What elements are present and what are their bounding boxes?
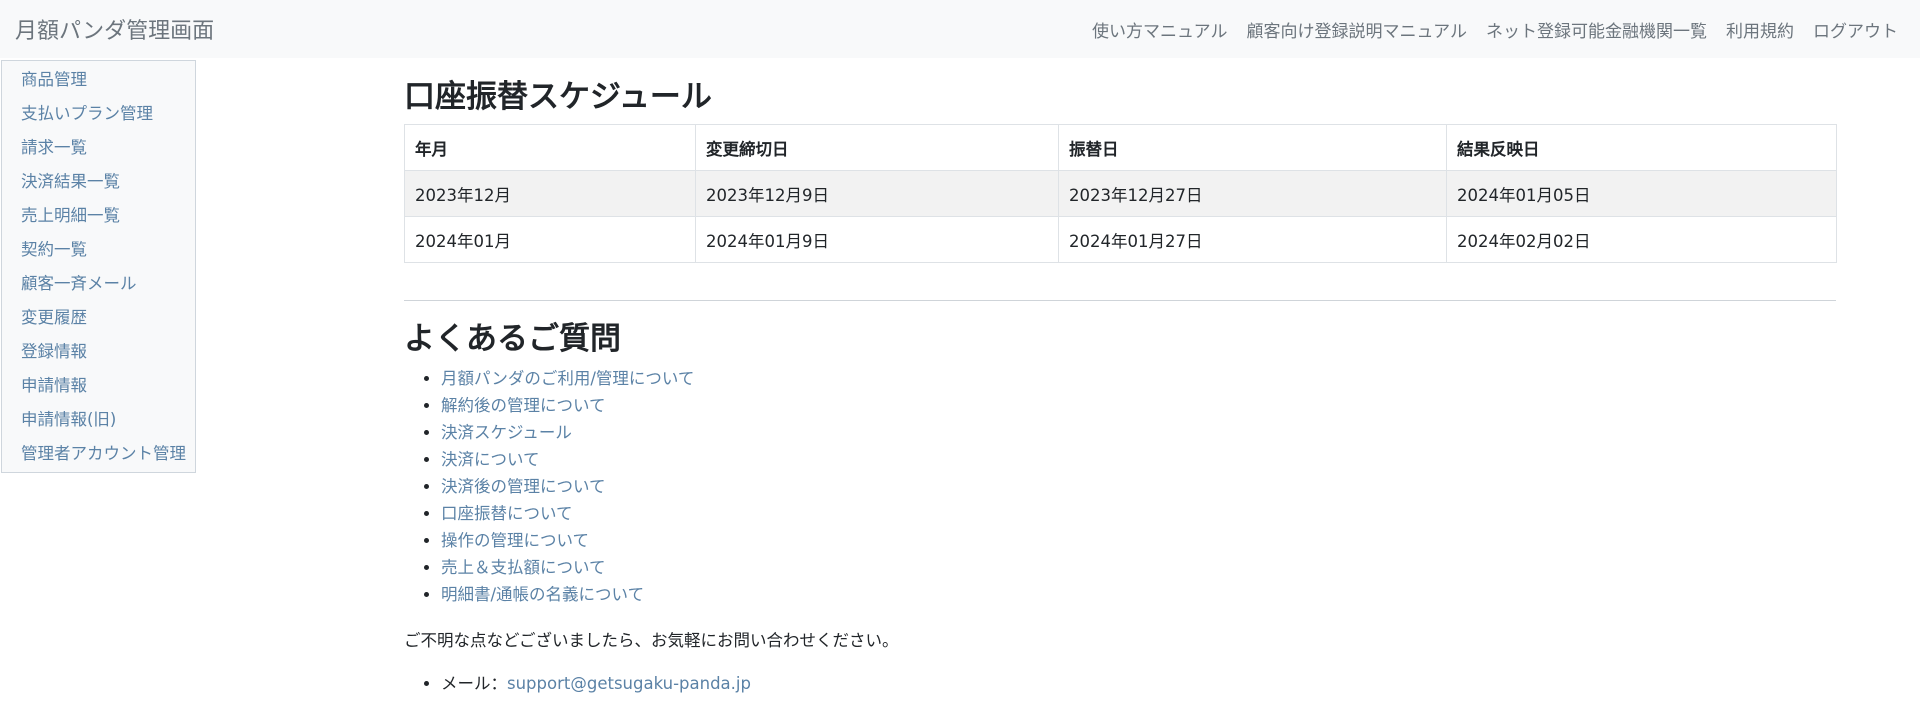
header-result-date: 結果反映日 [1446,124,1837,171]
faq-link[interactable]: 決済について [441,450,540,469]
sidebar-item-application-info: 申請情報 [2,373,195,407]
table-row: 2024年01月 2024年01月9日 2024年01月27日 2024年02月… [404,216,1837,263]
sidebar-item-products: 商品管理 [2,67,195,101]
table-cell: 2024年01月27日 [1058,216,1447,263]
table-cell: 2024年02月02日 [1446,216,1837,263]
sidebar-link[interactable]: 変更履歴 [21,308,87,327]
faq-item: 月額パンダのご利用/管理について [441,366,1836,393]
faq-link[interactable]: 明細書/通帳の名義について [441,585,644,604]
sidebar: 商品管理 支払いプラン管理 請求一覧 決済結果一覧 売上明細一覧 契約一覧 顧客… [1,60,196,473]
table-cell: 2023年12月9日 [695,170,1059,217]
schedule-table: 年月 変更締切日 振替日 結果反映日 2023年12月 2023年12月9日 2… [404,124,1837,263]
schedule-title: 口座振替スケジュール [404,79,712,115]
sidebar-link[interactable]: 決済結果一覧 [21,172,120,191]
faq-link[interactable]: 決済後の管理について [441,477,606,496]
faq-item: 決済について [441,447,1836,474]
sidebar-link[interactable]: 申請情報(旧) [21,410,116,429]
table-cell: 2023年12月 [404,170,696,217]
faq-link[interactable]: 口座振替について [441,504,573,523]
section-divider [404,300,1836,301]
sidebar-link[interactable]: 契約一覧 [21,240,87,259]
sidebar-link[interactable]: 請求一覧 [21,138,87,157]
sidebar-link[interactable]: 商品管理 [21,70,87,89]
nav-link-terms[interactable]: 利用規約 [1726,17,1794,42]
sidebar-item-sales-details: 売上明細一覧 [2,203,195,237]
faq-item: 明細書/通帳の名義について [441,582,1836,609]
main-content: 口座振替スケジュール 年月 変更締切日 振替日 結果反映日 2023年12月 2… [404,74,1837,697]
nav-link-usage-manual[interactable]: 使い方マニュアル [1092,17,1228,42]
support-email-link[interactable]: support@getsugaku-panda.jp [507,674,751,693]
nav-link-bank-list[interactable]: ネット登録可能金融機関一覧 [1486,17,1707,42]
sidebar-link[interactable]: 支払いプラン管理 [21,104,153,123]
sidebar-item-change-history: 変更履歴 [2,305,195,339]
sidebar-menu: 商品管理 支払いプラン管理 請求一覧 決済結果一覧 売上明細一覧 契約一覧 顧客… [2,61,195,475]
nav-link-logout[interactable]: ログアウト [1813,17,1898,42]
faq-link[interactable]: 売上＆支払額について [441,558,606,577]
sidebar-item-application-info-old: 申請情報(旧) [2,407,195,441]
contact-mail-item: メール：support@getsugaku-panda.jp [441,671,1836,697]
table-row: 2023年12月 2023年12月9日 2023年12月27日 2024年01月… [404,170,1837,217]
faq-list: 月額パンダのご利用/管理について 解約後の管理について 決済スケジュール 決済に… [404,366,1836,609]
faq-link[interactable]: 決済スケジュール [441,423,572,442]
header-month: 年月 [404,124,696,171]
top-navbar: 月額パンダ管理画面 使い方マニュアル 顧客向け登録説明マニュアル ネット登録可能… [0,0,1920,58]
sidebar-link[interactable]: 申請情報 [21,376,87,395]
sidebar-item-bulk-mail: 顧客一斉メール [2,271,195,305]
mail-label: メール： [441,674,507,693]
contact-note: ご不明な点などございましたら、お気軽にお問い合わせください。 [404,631,899,650]
table-header-row: 年月 変更締切日 振替日 結果反映日 [404,124,1837,171]
sidebar-link[interactable]: 顧客一斉メール [21,274,137,293]
sidebar-item-registration-info: 登録情報 [2,339,195,373]
table-cell: 2024年01月 [404,216,696,263]
faq-title: よくあるご質問 [404,321,621,357]
faq-link[interactable]: 操作の管理について [441,531,589,550]
faq-link[interactable]: 月額パンダのご利用/管理について [441,369,694,388]
sidebar-item-contracts: 契約一覧 [2,237,195,271]
sidebar-item-payment-plans: 支払いプラン管理 [2,101,195,135]
top-nav-links: 使い方マニュアル 顧客向け登録説明マニュアル ネット登録可能金融機関一覧 利用規… [1092,17,1898,42]
header-transfer-date: 振替日 [1058,124,1447,171]
sidebar-link[interactable]: 売上明細一覧 [21,206,120,225]
faq-item: 決済スケジュール [441,420,1836,447]
sidebar-item-admin-accounts: 管理者アカウント管理 [2,441,195,475]
table-cell: 2024年01月9日 [695,216,1059,263]
faq-item: 決済後の管理について [441,474,1836,501]
faq-link[interactable]: 解約後の管理について [441,396,606,415]
sidebar-item-payment-results: 決済結果一覧 [2,169,195,203]
faq-item: 売上＆支払額について [441,555,1836,582]
sidebar-link[interactable]: 登録情報 [21,342,87,361]
header-change-deadline: 変更締切日 [695,124,1059,171]
sidebar-link[interactable]: 管理者アカウント管理 [21,444,186,463]
sidebar-item-invoices: 請求一覧 [2,135,195,169]
nav-link-customer-manual[interactable]: 顧客向け登録説明マニュアル [1247,17,1468,42]
table-cell: 2024年01月05日 [1446,170,1837,217]
brand-link[interactable]: 月額パンダ管理画面 [15,13,214,45]
contact-list: メール：support@getsugaku-panda.jp [404,671,1836,697]
faq-item: 解約後の管理について [441,393,1836,420]
table-cell: 2023年12月27日 [1058,170,1447,217]
faq-item: 操作の管理について [441,528,1836,555]
faq-item: 口座振替について [441,501,1836,528]
